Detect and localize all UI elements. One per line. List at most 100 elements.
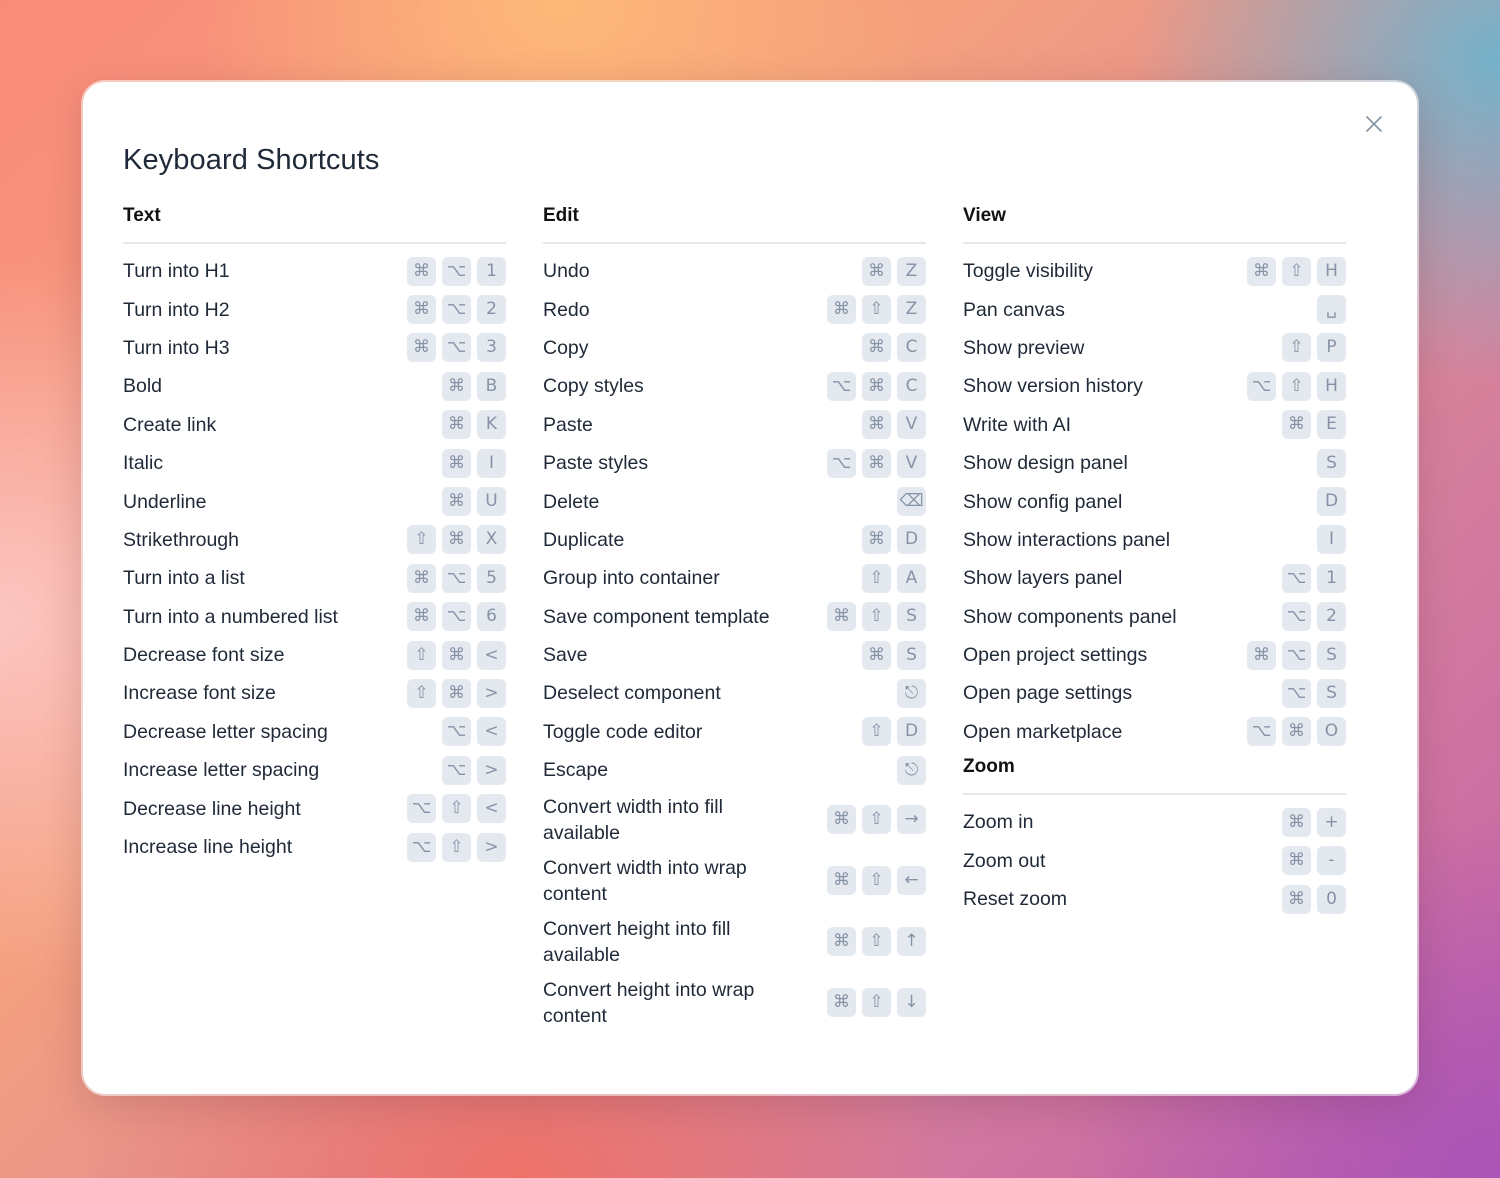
shortcut-list-zoom: Zoom in ⌘ + Zoom out ⌘ - Reset zoom ⌘ 0	[963, 803, 1346, 918]
shortcut-row: Open marketplace ⌥ ⌘ O	[963, 713, 1346, 751]
key-combo: ⌘ ⌥ 1	[407, 256, 506, 286]
keycap: ⌥	[442, 602, 471, 632]
shortcut-label: Strikethrough	[123, 528, 239, 551]
keycap: ⇧	[862, 602, 891, 632]
shortcut-label: Show preview	[963, 336, 1085, 359]
keycap: ⌥	[1282, 640, 1311, 670]
key-combo: ⌘ S	[862, 640, 926, 670]
shortcut-row: Convert height into wrap content ⌘ ⇧ ↓	[543, 972, 926, 1033]
shortcut-row: Convert width into fill available ⌘ ⇧ →	[543, 789, 926, 850]
keycap: ⇧	[862, 988, 891, 1018]
shortcut-label: Show config panel	[963, 490, 1123, 513]
shortcut-label: Turn into H1	[123, 260, 230, 283]
shortcut-row: Paste ⌘ V	[543, 406, 926, 444]
shortcut-row: Copy styles ⌥ ⌘ C	[543, 367, 926, 405]
shortcut-row: Increase letter spacing ⌥ >	[123, 751, 506, 789]
keycap: ⌥	[442, 295, 471, 325]
keycap: ⌥	[442, 563, 471, 593]
keycap: ⌘	[1247, 640, 1276, 670]
shortcut-label: Increase line height	[123, 836, 293, 859]
keycap: I	[477, 448, 506, 478]
shortcut-row: Show design panel S	[963, 444, 1346, 482]
keycap: D	[897, 525, 926, 555]
shortcut-row: Decrease line height ⌥ ⇧ <	[123, 789, 506, 827]
keycap: P	[1317, 333, 1346, 363]
shortcut-label: Copy	[543, 336, 589, 359]
shortcut-row: Turn into a numbered list ⌘ ⌥ 6	[123, 598, 506, 636]
shortcut-label: Bold	[123, 375, 163, 398]
key-combo: ⇧ ⌘ <	[407, 640, 506, 670]
key-combo: ⌘ ⌥ 3	[407, 333, 506, 363]
key-combo: ⌘ ⇧ ↓	[827, 988, 926, 1018]
key-combo: ⌘ ⌥ 5	[407, 563, 506, 593]
shortcut-row: Increase font size ⇧ ⌘ >	[123, 674, 506, 712]
shortcut-row: Increase line height ⌥ ⇧ >	[123, 828, 506, 866]
shortcut-row: Decrease font size ⇧ ⌘ <	[123, 636, 506, 674]
shortcut-row: Paste styles ⌥ ⌘ V	[543, 444, 926, 482]
keycap: ⌘	[827, 927, 856, 957]
keycap: O	[1317, 717, 1346, 747]
keycap: 1	[1317, 563, 1346, 593]
keycap: ⌘	[1282, 717, 1311, 747]
key-combo: I	[1317, 525, 1346, 555]
keycap: ←	[897, 866, 926, 896]
shortcut-label: Toggle visibility	[963, 260, 1094, 283]
key-combo: ⇧ ⌘ >	[407, 678, 506, 708]
keycap: S	[897, 602, 926, 632]
keycap: ⌘	[442, 640, 471, 670]
shortcut-row: Show layers panel ⌥ 1	[963, 559, 1346, 597]
key-combo: ⇧ P	[1282, 333, 1346, 363]
key-combo: ⌫	[897, 487, 926, 517]
keycap: ⇧	[862, 563, 891, 593]
keycap: <	[477, 794, 506, 824]
key-combo: ⌘ U	[442, 487, 506, 517]
keycap: ⌘	[827, 805, 856, 835]
close-icon[interactable]	[1364, 114, 1384, 134]
keycap: >	[477, 832, 506, 862]
shortcut-row: Turn into H2 ⌘ ⌥ 2	[123, 290, 506, 328]
keycap: D	[1317, 487, 1346, 517]
key-combo: ⌥ ⌘ C	[827, 371, 926, 401]
keycap: ⇧	[407, 678, 436, 708]
shortcut-label: Open project settings	[963, 644, 1148, 667]
shortcut-label: Paste styles	[543, 452, 649, 475]
shortcut-row: Zoom out ⌘ -	[963, 841, 1346, 879]
keycap: ⌘	[1282, 807, 1311, 837]
shortcut-row: Delete ⌫	[543, 482, 926, 520]
key-combo: ⎋	[897, 678, 926, 708]
shortcut-label: Show design panel	[963, 452, 1128, 475]
keycap: 6	[477, 602, 506, 632]
edit-column: Edit Undo ⌘ Z Redo ⌘ ⇧ Z Copy ⌘ C Copy styles ⌥ ⌘ C Pa…	[543, 202, 926, 1033]
keycap: ⌥	[1282, 602, 1311, 632]
key-combo: ⌘ I	[442, 448, 506, 478]
shortcut-row: Toggle visibility ⌘ ⇧ H	[963, 252, 1346, 290]
keycap: ⌘	[862, 371, 891, 401]
key-combo: ⌘ ⇧ H	[1247, 256, 1346, 286]
key-combo: ⌥ ⌘ V	[827, 448, 926, 478]
keycap: ⇧	[407, 525, 436, 555]
shortcut-label: Pan canvas	[963, 298, 1065, 321]
key-combo: ⌘ Z	[862, 256, 926, 286]
key-combo: ⌘ -	[1282, 846, 1346, 876]
shortcut-label: Show version history	[963, 375, 1143, 398]
key-combo: ⌘ ⇧ ←	[827, 866, 926, 896]
key-combo: S	[1317, 448, 1346, 478]
key-combo: ⌥ <	[442, 717, 506, 747]
keycap: ⇧	[862, 927, 891, 957]
keycap: D	[897, 717, 926, 747]
keycap: H	[1317, 371, 1346, 401]
keycap: C	[897, 333, 926, 363]
key-combo: ␣	[1317, 295, 1346, 325]
key-combo: ⌥ ⇧ >	[407, 832, 506, 862]
keycap: X	[477, 525, 506, 555]
shortcut-list-edit: Undo ⌘ Z Redo ⌘ ⇧ Z Copy ⌘ C Copy styles ⌥ ⌘ C Paste ⌘ V…	[543, 252, 926, 1033]
keycap: V	[897, 448, 926, 478]
keycap: Z	[897, 295, 926, 325]
keycap: ⌘	[1247, 256, 1276, 286]
keycap: ⌘	[442, 371, 471, 401]
shortcut-label: Turn into H3	[123, 336, 230, 359]
shortcut-label: Paste	[543, 413, 593, 436]
shortcut-row: Undo ⌘ Z	[543, 252, 926, 290]
key-combo: ⌘ ⇧ Z	[827, 295, 926, 325]
keycap: ⌘	[442, 525, 471, 555]
